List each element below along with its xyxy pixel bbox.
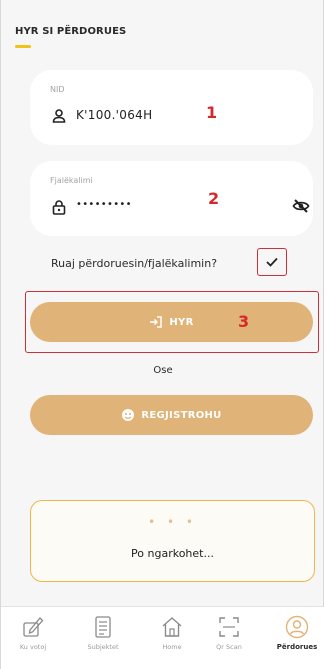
annotation-marker-1: 1 xyxy=(206,103,218,122)
nid-field-label: NID xyxy=(50,85,65,94)
nav-label-ku-votoj: Ku votoj xyxy=(19,643,47,651)
user-icon xyxy=(285,615,309,639)
login-button-label: HYR xyxy=(169,316,194,328)
nav-item-subjektet[interactable]: Subjektet xyxy=(73,615,133,651)
register-face-icon xyxy=(122,409,135,421)
loading-dots: • • • xyxy=(148,515,197,529)
check-icon xyxy=(266,257,278,267)
home-icon xyxy=(162,617,182,637)
ballot-pen-icon xyxy=(23,617,44,637)
nid-value: K'100.'064H xyxy=(76,108,153,122)
nav-item-perdorues[interactable]: Përdorues xyxy=(267,615,324,651)
annotation-marker-2: 2 xyxy=(208,189,220,208)
login-button[interactable]: HYR xyxy=(30,302,313,342)
eye-off-icon[interactable] xyxy=(292,198,310,214)
bottom-nav: Ku votoj Subjektet Home Qr Scan Përdorue… xyxy=(1,606,324,669)
app-screen: HYR SI PËRDORUES NID K'100.'064H 1 Fjalë… xyxy=(0,0,324,669)
register-button-label: REGJISTROHU xyxy=(141,409,222,421)
nav-label-qr-scan: Qr Scan xyxy=(216,643,242,651)
password-field[interactable]: Fjalëkalimi ••••••••• 2 xyxy=(30,161,313,236)
password-value: ••••••••• xyxy=(76,199,132,210)
annotation-marker-3: 3 xyxy=(238,312,250,331)
qr-scan-icon xyxy=(219,617,239,637)
nav-item-home[interactable]: Home xyxy=(142,615,202,651)
login-arrow-icon xyxy=(150,316,163,328)
list-document-icon xyxy=(95,616,111,638)
or-separator: Ose xyxy=(153,365,173,376)
nav-label-perdorues: Përdorues xyxy=(276,643,318,651)
loading-card: • • • Po ngarkohet... xyxy=(30,500,315,582)
nid-field[interactable]: NID K'100.'064H 1 xyxy=(30,70,313,145)
nav-item-qr-scan[interactable]: Qr Scan xyxy=(199,615,259,651)
user-icon xyxy=(51,108,67,124)
nav-label-subjektet: Subjektet xyxy=(87,643,119,651)
password-field-label: Fjalëkalimi xyxy=(50,176,93,185)
remember-label: Ruaj përdoruesin/fjalëkalimin? xyxy=(51,257,218,270)
page-title: HYR SI PËRDORUES xyxy=(15,26,127,37)
lock-icon xyxy=(51,199,67,215)
loading-text: Po ngarkohet... xyxy=(131,547,214,560)
nav-item-ku-votoj[interactable]: Ku votoj xyxy=(3,615,63,651)
register-button[interactable]: REGJISTROHU xyxy=(30,395,313,435)
remember-checkbox[interactable] xyxy=(257,248,287,276)
title-underline xyxy=(15,45,31,48)
nav-label-home: Home xyxy=(162,643,182,651)
